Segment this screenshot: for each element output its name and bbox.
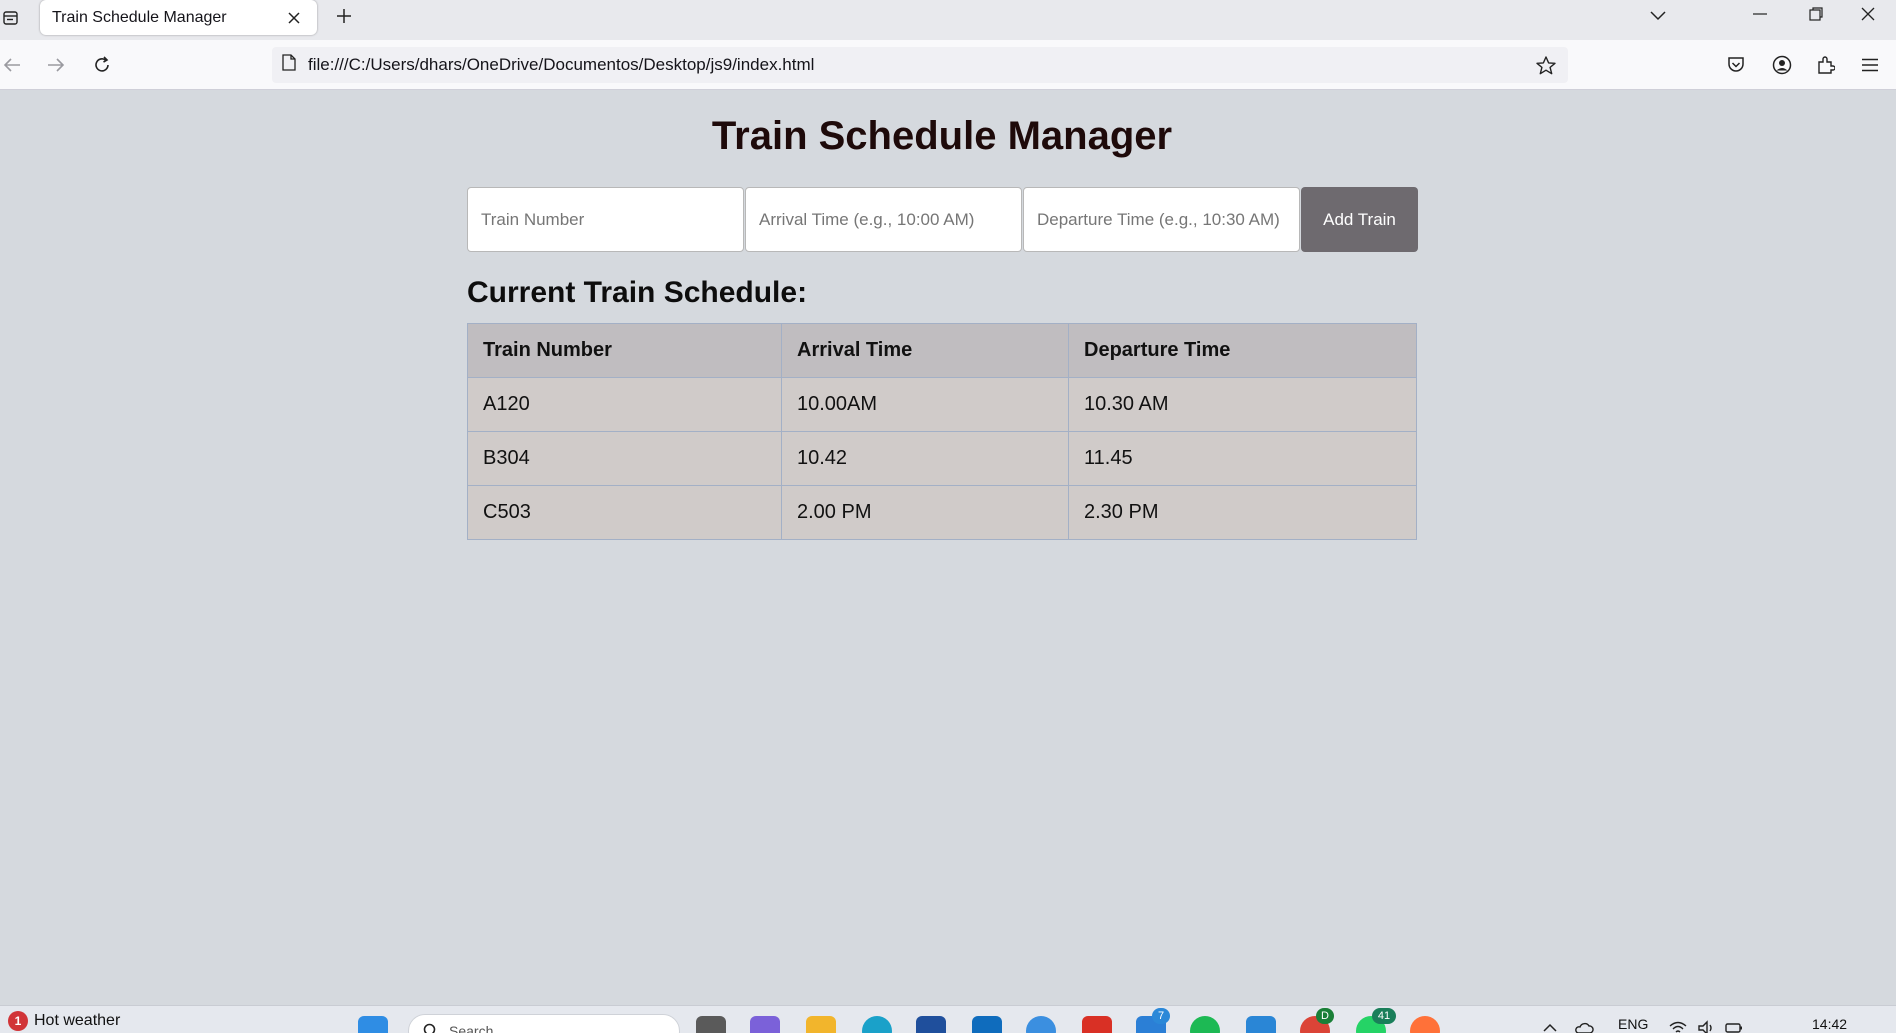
gmail-icon[interactable]	[1082, 1016, 1112, 1033]
address-bar[interactable]: file:///C:/Users/dhars/OneDrive/Document…	[272, 47, 1568, 83]
firefox-icon[interactable]	[1410, 1016, 1440, 1033]
cell-departure-time: 11.45	[1068, 431, 1417, 486]
search-icon	[423, 1023, 436, 1033]
add-train-button[interactable]: Add Train	[1301, 187, 1418, 252]
table-row: A120 10.00AM 10.30 AM	[467, 377, 1417, 432]
search-placeholder: Search	[449, 1023, 494, 1033]
table-row: C503 2.00 PM 2.30 PM	[467, 485, 1417, 540]
cell-arrival-time: 2.00 PM	[781, 485, 1069, 540]
clock[interactable]: 14:42	[1812, 1016, 1847, 1032]
schedule-heading: Current Train Schedule:	[467, 276, 808, 309]
weather-alert-badge: 1	[8, 1011, 28, 1031]
reload-icon[interactable]	[86, 49, 118, 81]
outlook-icon[interactable]	[972, 1016, 1002, 1033]
url-text[interactable]: file:///C:/Users/dhars/OneDrive/Document…	[308, 55, 1528, 75]
store-icon[interactable]	[916, 1016, 946, 1033]
back-arrow-icon[interactable]	[0, 49, 28, 81]
weather-text: Hot weather	[34, 1012, 121, 1029]
table-row: B304 10.42 11.45	[467, 431, 1417, 486]
cell-train-number: C503	[467, 485, 782, 540]
volume-icon[interactable]	[1696, 1018, 1716, 1033]
header-departure-time: Departure Time	[1068, 323, 1417, 378]
tab-list-icon[interactable]	[0, 4, 22, 32]
page-icon	[282, 54, 296, 76]
taskbar: 1 Hot weather Search 7 D 41 ENG 14:42	[0, 1005, 1896, 1033]
close-tab-icon[interactable]	[283, 7, 305, 29]
windows-start-icon[interactable]	[358, 1016, 388, 1033]
header-train-number: Train Number	[467, 323, 782, 378]
taskbar-search[interactable]: Search	[408, 1014, 680, 1033]
copilot-icon[interactable]	[750, 1016, 780, 1033]
chrome-canary-icon[interactable]	[1026, 1016, 1056, 1033]
page-content: Train Schedule Manager Add Train Current…	[0, 90, 1896, 1005]
chevron-up-icon[interactable]	[1540, 1018, 1560, 1033]
task-view-icon[interactable]	[696, 1016, 726, 1033]
spotify-icon[interactable]	[1190, 1016, 1220, 1033]
arrival-time-input[interactable]	[745, 187, 1022, 252]
table-header-row: Train Number Arrival Time Departure Time	[467, 323, 1417, 378]
whatsapp-badge: 41	[1372, 1008, 1396, 1024]
close-window-icon[interactable]	[1840, 0, 1896, 28]
departure-time-input[interactable]	[1023, 187, 1300, 252]
navigation-toolbar: file:///C:/Users/dhars/OneDrive/Document…	[0, 40, 1896, 90]
browser-tab[interactable]: Train Schedule Manager	[40, 0, 317, 35]
header-arrival-time: Arrival Time	[781, 323, 1069, 378]
cell-arrival-time: 10.42	[781, 431, 1069, 486]
chevron-down-icon[interactable]	[1644, 2, 1672, 30]
tab-title: Train Schedule Manager	[52, 8, 227, 26]
cell-departure-time: 10.30 AM	[1068, 377, 1417, 432]
pocket-icon[interactable]	[1720, 49, 1752, 81]
menu-icon[interactable]	[1854, 49, 1886, 81]
onedrive-icon[interactable]	[1574, 1018, 1594, 1033]
page-title: Train Schedule Manager	[711, 114, 1173, 158]
battery-icon[interactable]	[1724, 1018, 1744, 1033]
wifi-icon[interactable]	[1668, 1018, 1688, 1033]
forward-arrow-icon[interactable]	[40, 49, 72, 81]
mail-badge: 7	[1152, 1008, 1170, 1024]
vscode-icon[interactable]	[1246, 1016, 1276, 1033]
edge-icon[interactable]	[862, 1016, 892, 1033]
train-schedule-table: Train Number Arrival Time Departure Time…	[467, 323, 1417, 540]
train-number-input[interactable]	[467, 187, 744, 252]
bookmark-star-icon[interactable]	[1528, 49, 1564, 81]
new-tab-icon[interactable]	[330, 2, 358, 30]
weather-widget[interactable]: 1 Hot weather	[8, 1011, 120, 1031]
account-icon[interactable]	[1766, 49, 1798, 81]
add-train-form: Add Train	[467, 187, 1418, 252]
chrome-profile-badge: D	[1316, 1008, 1334, 1024]
minimize-icon[interactable]	[1732, 0, 1788, 28]
browser-tab-strip: Train Schedule Manager	[0, 0, 1896, 40]
cell-train-number: B304	[467, 431, 782, 486]
extensions-icon[interactable]	[1810, 49, 1842, 81]
restore-icon[interactable]	[1788, 0, 1844, 28]
cell-arrival-time: 10.00AM	[781, 377, 1069, 432]
cell-departure-time: 2.30 PM	[1068, 485, 1417, 540]
cell-train-number: A120	[467, 377, 782, 432]
file-explorer-icon[interactable]	[806, 1016, 836, 1033]
language-indicator[interactable]: ENG	[1618, 1016, 1648, 1032]
